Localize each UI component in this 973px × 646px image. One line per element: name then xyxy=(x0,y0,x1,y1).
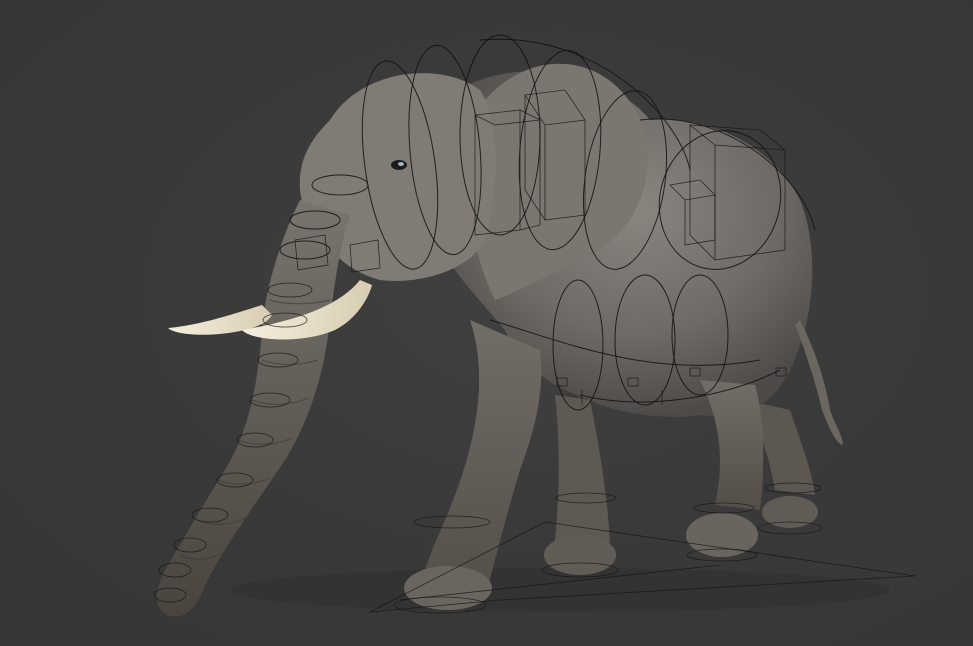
far-front-leg xyxy=(544,395,616,575)
near-front-leg xyxy=(404,320,542,610)
eye-highlight xyxy=(398,162,404,166)
ground-shadow xyxy=(230,568,890,612)
3d-viewport[interactable] xyxy=(0,0,973,646)
scene-canvas[interactable] xyxy=(0,0,973,646)
elephant-trunk xyxy=(156,200,350,617)
elephant-tail xyxy=(795,320,843,445)
